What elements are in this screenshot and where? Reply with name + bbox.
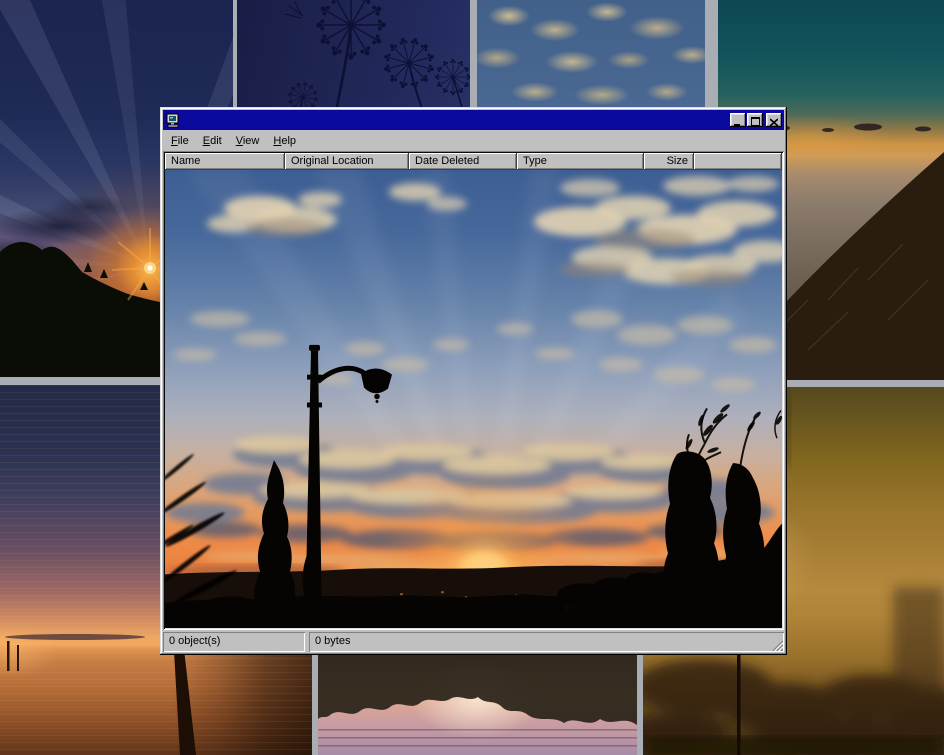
column-header-size[interactable]: Size [644,153,694,170]
menu-help[interactable]: Help [266,133,303,149]
column-header-original-location[interactable]: Original Location [285,153,409,170]
list-view-client-area: Name Original Location Date Deleted Type… [163,151,784,630]
column-header-stub[interactable] [694,153,782,170]
status-bar: 0 object(s) 0 bytes [163,632,784,652]
menu-file[interactable]: File [164,133,196,149]
window-titlebar[interactable] [163,110,784,130]
column-header-name[interactable]: Name [165,153,285,170]
status-object-count: 0 object(s) [163,632,305,652]
list-view-photo-background[interactable] [165,170,782,628]
titlebar-buttons [729,113,782,127]
computer-icon[interactable] [165,113,181,128]
column-header-date-deleted[interactable]: Date Deleted [409,153,517,170]
status-size: 0 bytes [309,632,784,652]
resize-grip[interactable] [770,638,783,651]
menu-edit[interactable]: Edit [196,133,229,149]
status-size-text: 0 bytes [315,635,350,647]
close-button[interactable] [766,113,782,127]
recycle-bin-window: File Edit View Help Name Original Locati… [160,107,787,655]
maximize-button[interactable] [747,113,763,127]
minimize-button[interactable] [730,113,746,127]
menu-view[interactable]: View [229,133,267,149]
menu-bar: File Edit View Help [163,131,784,150]
column-header-type[interactable]: Type [517,153,644,170]
column-header-row: Name Original Location Date Deleted Type… [165,153,782,170]
